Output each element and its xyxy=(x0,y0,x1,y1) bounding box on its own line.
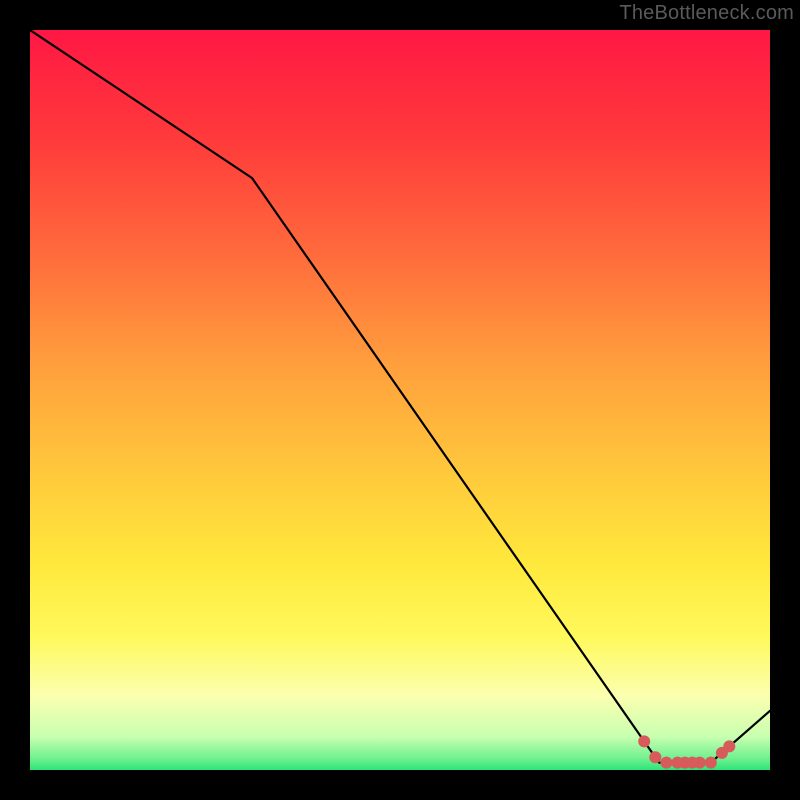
optimal-marker xyxy=(660,757,672,769)
optimal-marker xyxy=(694,757,706,769)
optimal-marker xyxy=(638,735,650,747)
optimal-marker xyxy=(649,751,661,763)
optimal-marker xyxy=(723,740,735,752)
attribution-text: TheBottleneck.com xyxy=(619,2,794,25)
optimal-marker xyxy=(705,757,717,769)
chart-svg xyxy=(30,30,770,770)
chart-container: TheBottleneck.com xyxy=(0,0,800,800)
plot-area xyxy=(30,30,770,770)
gradient-background xyxy=(30,30,770,770)
